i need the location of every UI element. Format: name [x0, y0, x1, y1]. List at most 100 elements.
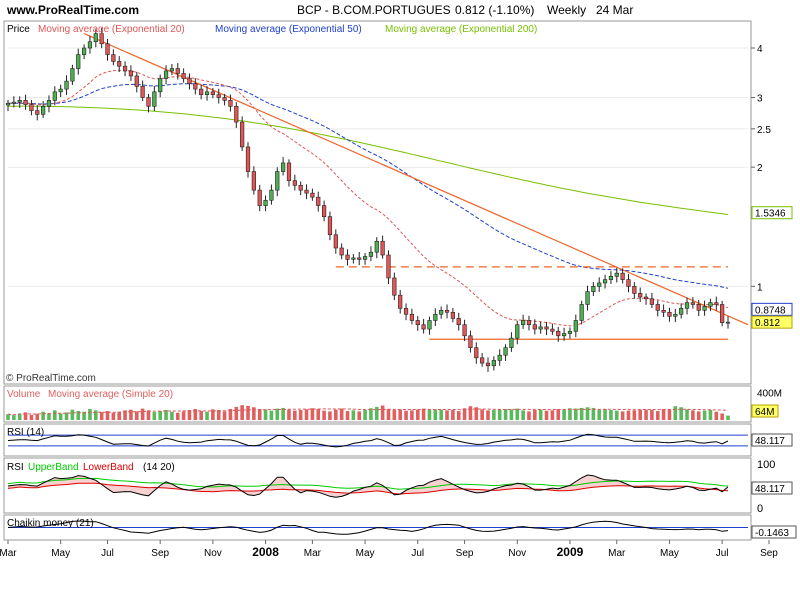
legend-price: Price: [7, 24, 30, 35]
volume-bar: [363, 410, 367, 420]
candle-body: [199, 88, 204, 95]
volume-bar: [380, 405, 385, 420]
candle-body: [87, 41, 93, 49]
volume-bar: [462, 408, 467, 420]
volume-bar: [158, 411, 162, 420]
volume-bar: [702, 410, 707, 420]
volume-bar: [234, 406, 239, 420]
chart-period: Weekly: [547, 3, 586, 17]
volume-bar: [111, 412, 116, 420]
x-tick-label: Nov: [204, 548, 222, 559]
volume-bar: [310, 408, 315, 420]
volume-bar: [533, 410, 537, 420]
candle-body: [526, 320, 532, 326]
candle-body: [544, 326, 549, 330]
candle-body: [725, 321, 731, 324]
volume-bar: [263, 409, 268, 420]
x-tick-label: Jul: [716, 548, 729, 559]
candle-body: [99, 33, 104, 45]
volume-tick-label: 400M: [757, 388, 782, 399]
candle-body: [421, 324, 426, 330]
volume-bar: [667, 409, 672, 420]
legend-lower-band: LowerBand: [83, 462, 134, 473]
candle-body: [643, 296, 649, 300]
volume-bar: [691, 410, 695, 420]
x-tick-label: Mar: [304, 548, 322, 559]
candle-body: [532, 324, 537, 330]
price-tick-label: 2.5: [757, 125, 771, 136]
ema50-value-label: 0.8748: [755, 305, 786, 316]
volume-bar: [58, 413, 63, 420]
candle-body: [649, 298, 655, 305]
candle-body: [111, 54, 116, 62]
x-tick-label: May: [660, 548, 679, 559]
candle-body: [204, 91, 210, 95]
candle-body: [310, 192, 315, 198]
legend-ema50: Moving average (Exponential 50): [215, 24, 362, 35]
candle-body: [462, 324, 467, 337]
legend-volume: Volume: [7, 389, 41, 400]
candle-body: [76, 54, 81, 69]
x-tick-label: Jul: [411, 548, 424, 559]
candle-body: [550, 328, 555, 332]
candle-body: [263, 199, 268, 206]
volume-bar: [29, 414, 34, 420]
candle-body: [41, 106, 46, 115]
candle-body: [380, 240, 385, 256]
volume-bar: [661, 408, 666, 420]
volume-bar: [316, 408, 321, 420]
candle-body: [140, 86, 145, 98]
candle-body: [497, 354, 502, 361]
volume-bar: [12, 415, 16, 420]
candle-body: [64, 80, 69, 90]
candle-body: [439, 309, 444, 315]
price-tick-label: 3: [757, 93, 763, 104]
x-tick-label: 2008: [252, 545, 279, 559]
candle-body: [567, 330, 573, 334]
candle-body: [163, 70, 169, 79]
candle-body: [556, 330, 561, 337]
candle-body: [503, 347, 508, 356]
x-tick-label: May: [356, 548, 375, 559]
volume-bar: [152, 412, 157, 420]
volume-bar: [421, 408, 426, 420]
volume-bar: [357, 411, 362, 420]
volume-bar: [146, 410, 151, 420]
candle-body: [538, 326, 543, 330]
candle-body: [485, 362, 491, 367]
volume-bar: [246, 405, 250, 420]
candle-body: [690, 302, 695, 305]
candle-body: [714, 302, 719, 305]
price-tick-label: 4: [757, 44, 763, 55]
volume-bar: [287, 409, 291, 420]
volume-bar: [568, 408, 572, 420]
x-tick-label: Sep: [151, 548, 169, 559]
volume-bar: [205, 411, 209, 420]
volume-bar: [427, 410, 432, 420]
rsi-panel: [3, 423, 752, 457]
candle-body: [597, 282, 602, 287]
legend-upper-band: UpperBand: [28, 462, 79, 473]
volume-bar: [398, 409, 402, 420]
volume-bar: [439, 409, 443, 420]
candle-body: [614, 272, 619, 277]
volume-bar: [293, 410, 297, 420]
candle-body: [316, 196, 321, 206]
candle-body: [339, 247, 344, 256]
volume-bar: [47, 413, 51, 420]
volume-bar: [503, 408, 508, 420]
volume-bar: [328, 411, 332, 420]
volume-bar: [609, 410, 613, 420]
candle-body: [321, 205, 327, 217]
volume-bar: [696, 411, 701, 420]
candle-body: [105, 43, 110, 55]
site-name[interactable]: www.ProRealTime.com: [6, 3, 139, 17]
candle-body: [46, 100, 52, 107]
volume-bar: [632, 410, 637, 420]
candle-body: [298, 185, 303, 191]
candle-body: [70, 68, 75, 82]
rsi-band-tick-label: 100: [757, 459, 775, 471]
candle-body: [403, 308, 409, 315]
candle-body: [269, 189, 274, 201]
volume-bar: [199, 411, 203, 420]
